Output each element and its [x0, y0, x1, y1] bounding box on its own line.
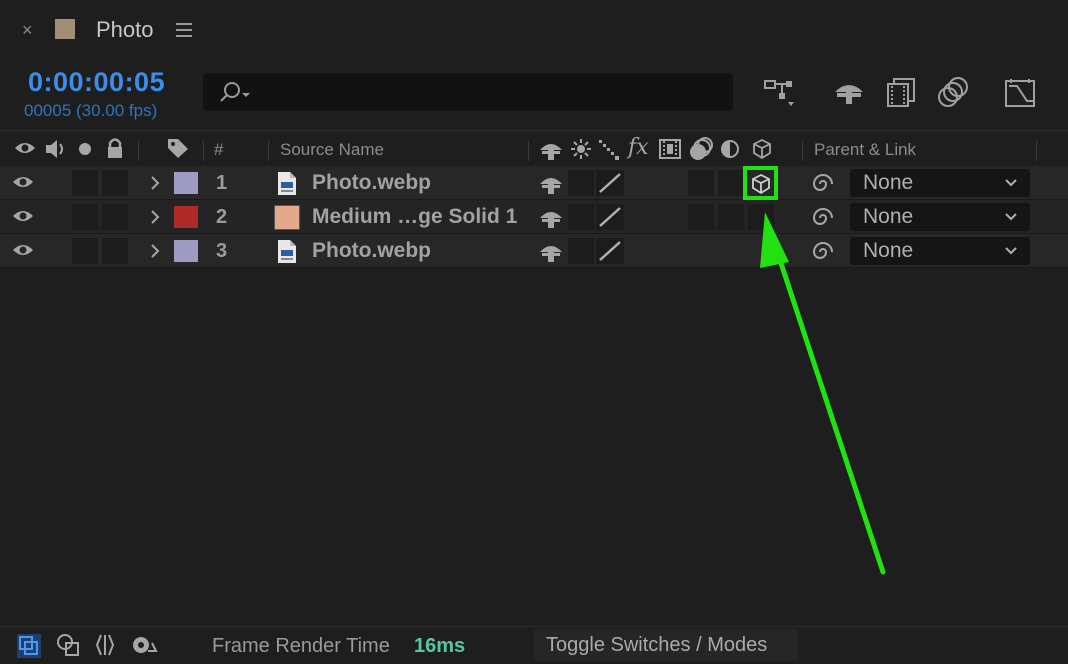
quality-line-icon	[599, 207, 621, 227]
toggle-switches-modes-label: Toggle Switches / Modes	[546, 634, 768, 656]
quality-line-icon	[599, 173, 621, 193]
shy-switch-icon[interactable]	[538, 241, 564, 263]
panel-menu-icon[interactable]	[176, 23, 192, 41]
layer-row[interactable]: 1 Photo.webp None	[0, 166, 1068, 200]
frame-render-time-label: Frame Render Time	[212, 635, 390, 657]
collapse-switch[interactable]	[568, 204, 594, 230]
lock-icon[interactable]	[106, 137, 124, 159]
audio-switch[interactable]	[72, 204, 98, 230]
comp-tab-title[interactable]: Photo	[96, 17, 154, 43]
chevron-right-icon[interactable]	[148, 173, 162, 193]
shy-icon[interactable]	[538, 139, 564, 161]
3d-layer-switch[interactable]	[748, 204, 774, 230]
lock-switch[interactable]	[102, 170, 128, 196]
pickwhip-icon[interactable]	[810, 240, 836, 264]
status-bar: Frame Render Time 16ms Toggle Switches /…	[0, 626, 1068, 664]
parent-dropdown[interactable]: None	[850, 237, 1030, 265]
label-tag-icon[interactable]	[166, 137, 190, 159]
shy-switch-icon[interactable]	[538, 173, 564, 195]
quality-switch[interactable]	[596, 204, 624, 230]
collapse-switch[interactable]	[568, 238, 594, 264]
audio-icon[interactable]	[44, 138, 68, 160]
effects-header[interactable]: fx	[628, 135, 649, 160]
quality-switch[interactable]	[596, 238, 624, 264]
draft-3d-icon[interactable]	[832, 76, 866, 110]
adjustment-switch[interactable]	[718, 204, 744, 230]
layer-number-header: #	[214, 140, 224, 159]
quality-switch[interactable]	[596, 170, 624, 196]
comp-flowchart-icon[interactable]	[762, 76, 796, 110]
lock-switch[interactable]	[102, 238, 128, 264]
eye-icon[interactable]	[14, 140, 36, 156]
3d-switch-highlight-box	[743, 166, 778, 200]
parent-dropdown-value: None	[863, 205, 914, 228]
toggle-switches-modes-button[interactable]: Toggle Switches / Modes	[534, 629, 798, 661]
lock-switch[interactable]	[102, 204, 128, 230]
label-color-swatch[interactable]	[174, 240, 198, 262]
quality-line-icon	[599, 241, 621, 261]
comp-color-swatch	[55, 19, 75, 39]
current-time-display[interactable]: 0:00:00:05	[28, 67, 165, 98]
layer-number: 1	[216, 172, 228, 194]
close-tab-button[interactable]: ×	[22, 20, 33, 41]
in-out-columns-icon[interactable]	[92, 633, 118, 657]
layer-number: 3	[216, 240, 228, 262]
search-icon	[220, 82, 250, 102]
pickwhip-icon[interactable]	[810, 206, 836, 230]
transfer-controls-icon[interactable]	[56, 633, 80, 657]
image-file-icon	[278, 172, 296, 195]
layer-switches-toggle-icon[interactable]	[16, 633, 42, 659]
chevron-down-icon	[1005, 179, 1017, 187]
eye-icon[interactable]	[12, 242, 34, 258]
frame-blend-switch-icon[interactable]	[658, 138, 682, 160]
frame-render-time-value: 16ms	[414, 635, 466, 657]
label-color-swatch[interactable]	[174, 206, 198, 228]
eye-icon[interactable]	[12, 208, 34, 224]
parent-dropdown[interactable]: None	[850, 203, 1030, 231]
motion-blur-switch[interactable]	[688, 170, 714, 196]
panel-tab-bar: × Photo	[0, 0, 1068, 62]
source-name-header[interactable]: Source Name	[280, 140, 384, 160]
graph-editor-icon[interactable]	[1003, 76, 1037, 110]
layer-name[interactable]: Photo.webp	[312, 239, 431, 263]
layer-header-row: # Source Name fx Parent & Link	[0, 130, 1068, 166]
chevron-down-icon	[1005, 213, 1017, 221]
adjustment-switch[interactable]	[718, 170, 744, 196]
quality-icon[interactable]	[598, 139, 622, 161]
chevron-down-icon	[1005, 247, 1017, 255]
chevron-right-icon[interactable]	[148, 241, 162, 261]
pickwhip-icon[interactable]	[810, 172, 836, 196]
layer-row[interactable]: 2 Medium …ge Solid 1 None	[0, 200, 1068, 234]
layer-name[interactable]: Medium …ge Solid 1	[312, 205, 517, 229]
motion-blur-switch[interactable]	[688, 204, 714, 230]
adjustment-layer-icon[interactable]	[720, 139, 740, 159]
motion-blur-icon[interactable]	[936, 76, 970, 110]
3d-layer-header-icon[interactable]	[752, 138, 772, 160]
layer-name[interactable]: Photo.webp	[312, 171, 431, 195]
image-file-icon	[278, 240, 296, 263]
parent-dropdown[interactable]: None	[850, 169, 1030, 197]
parent-dropdown-value: None	[863, 239, 914, 262]
collapse-switch[interactable]	[568, 170, 594, 196]
parent-dropdown-value: None	[863, 171, 914, 194]
audio-switch[interactable]	[72, 170, 98, 196]
audio-switch[interactable]	[72, 238, 98, 264]
solid-color-icon	[274, 205, 300, 230]
collapse-transform-icon[interactable]	[570, 138, 592, 160]
layer-row[interactable]: 3 Photo.webp None	[0, 234, 1068, 268]
parent-link-header[interactable]: Parent & Link	[814, 140, 916, 160]
frame-count-display: 00005 (30.00 fps)	[24, 101, 158, 120]
eye-icon[interactable]	[12, 174, 34, 190]
motion-blur-switch-icon[interactable]	[688, 136, 714, 162]
render-time-icon[interactable]	[130, 633, 158, 657]
label-color-swatch[interactable]	[174, 172, 198, 194]
shy-switch-icon[interactable]	[538, 207, 564, 229]
frame-blending-icon[interactable]	[884, 76, 918, 110]
layer-number: 2	[216, 206, 228, 228]
layer-search-input[interactable]	[203, 73, 733, 111]
solo-icon[interactable]	[78, 142, 92, 156]
chevron-right-icon[interactable]	[148, 207, 162, 227]
